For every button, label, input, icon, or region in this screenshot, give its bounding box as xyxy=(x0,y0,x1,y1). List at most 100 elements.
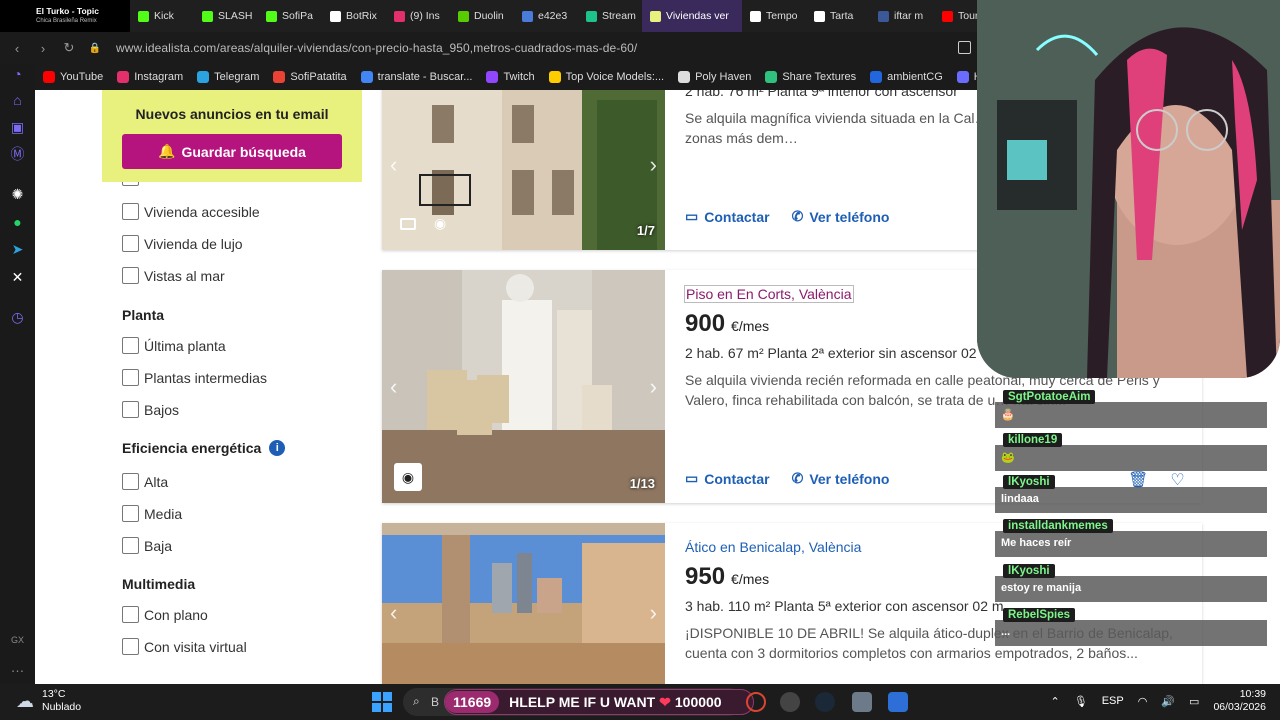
filter-alta[interactable]: Alta xyxy=(122,473,168,490)
checkbox[interactable] xyxy=(122,337,139,354)
prev-photo-icon[interactable]: ‹ xyxy=(390,152,397,178)
browser-tab[interactable]: (9) Ins xyxy=(386,0,450,32)
browser-tab[interactable]: BotRix xyxy=(322,0,386,32)
telegram-icon[interactable]: ➤ xyxy=(9,241,26,258)
next-photo-icon[interactable]: › xyxy=(650,374,657,400)
filter-baja[interactable]: Baja xyxy=(122,537,172,554)
next-photo-icon[interactable]: › xyxy=(650,152,657,178)
speed-dial-icon[interactable]: ◔ xyxy=(9,66,26,83)
bookmark-item[interactable]: translate - Buscar... xyxy=(360,71,472,83)
info-icon[interactable]: i xyxy=(269,440,286,456)
next-photo-icon[interactable]: › xyxy=(650,600,657,626)
chatgpt-icon[interactable]: ✺ xyxy=(9,186,26,203)
sidebar-toggle-icon[interactable] xyxy=(958,41,971,54)
filter-vistas-mar[interactable]: Vistas al mar xyxy=(122,267,225,284)
browser-tab[interactable]: Stream xyxy=(578,0,642,32)
filter-plantas-intermedias[interactable]: Plantas intermedias xyxy=(122,369,267,386)
checkbox[interactable] xyxy=(122,267,139,284)
browser-tab[interactable]: Tempo xyxy=(742,0,806,32)
bookmark-item[interactable]: Share Textures xyxy=(765,71,856,83)
checkbox[interactable] xyxy=(122,203,139,220)
history-icon[interactable]: ◷ xyxy=(9,309,26,326)
language-indicator[interactable]: ESP xyxy=(1102,695,1124,707)
app-icon[interactable] xyxy=(888,692,908,712)
settings-app-icon[interactable] xyxy=(852,692,872,712)
checkbox[interactable] xyxy=(122,473,139,490)
tab-label: (9) Ins xyxy=(410,10,440,22)
now-playing-widget[interactable]: El Turko - Topic Chica Brasileña Remix xyxy=(0,0,130,32)
listing-photo[interactable]: ‹ › ◉ 1/13 xyxy=(382,270,665,503)
browser-tab[interactable]: Kick xyxy=(130,0,194,32)
phone-button[interactable]: ✆ Ver teléfono xyxy=(792,208,890,225)
checkbox[interactable] xyxy=(122,638,139,655)
clock[interactable]: 10:39 06/03/2026 xyxy=(1213,688,1266,714)
filter-vivienda-accesible[interactable]: Vivienda accesible xyxy=(122,203,260,220)
filter-visita-virtual[interactable]: Con visita virtual xyxy=(122,638,247,655)
filter-con-plano[interactable]: Con plano xyxy=(122,606,208,623)
browser-tab[interactable]: Viviendas ver xyxy=(642,0,742,32)
filter-ultima-planta[interactable]: Última planta xyxy=(122,337,226,354)
filter-vivienda-lujo[interactable]: Vivienda de lujo xyxy=(122,235,243,252)
steam-app-icon[interactable] xyxy=(815,692,835,712)
map-pin-button[interactable]: ◉ xyxy=(394,463,422,491)
browser-tab[interactable]: Tarta xyxy=(806,0,870,32)
bookmark-item[interactable]: Top Voice Models:... xyxy=(548,71,664,83)
windows-start-icon[interactable] xyxy=(372,692,392,712)
back-icon[interactable]: ‹ xyxy=(8,41,26,56)
phone-button[interactable]: ✆ Ver teléfono xyxy=(792,470,890,487)
x-icon[interactable]: ✕ xyxy=(9,269,26,286)
listing-title[interactable]: Piso en En Corts, València xyxy=(684,285,854,303)
listing-photo[interactable]: ‹ › ◉ 1/7 xyxy=(382,90,665,250)
bookmark-item[interactable]: Twitch xyxy=(486,71,535,83)
browser-tab[interactable]: SLASH xyxy=(194,0,258,32)
prev-photo-icon[interactable]: ‹ xyxy=(390,374,397,400)
bookmark-item[interactable]: Telegram xyxy=(197,71,259,83)
filter-bajos[interactable]: Bajos xyxy=(122,401,179,418)
map-pin-icon[interactable]: ◉ xyxy=(434,215,446,232)
checkbox[interactable] xyxy=(122,369,139,386)
subscriber-goal-overlay: 11669 HLELP ME IF U WANT ❤ 100000 xyxy=(444,689,754,715)
contact-button[interactable]: ▭ Contactar xyxy=(685,470,770,487)
listing-title[interactable]: Ático en Benicalap, València xyxy=(685,539,861,555)
wifi-icon[interactable]: ◠ xyxy=(1138,695,1148,708)
browser-tab[interactable]: SofiPa xyxy=(258,0,322,32)
checkbox[interactable] xyxy=(122,537,139,554)
volume-icon[interactable]: 🔊 xyxy=(1161,695,1175,708)
battery-icon[interactable]: ▭ xyxy=(1189,695,1199,708)
video-icon[interactable] xyxy=(400,218,416,230)
opera-gx-app-icon[interactable] xyxy=(746,692,766,712)
save-search-button[interactable]: 🔔 Guardar búsqueda xyxy=(122,134,342,169)
checkbox[interactable] xyxy=(122,401,139,418)
bookmark-item[interactable]: Poly Haven xyxy=(678,71,751,83)
weather-widget[interactable]: ☁ 13°C Nublado xyxy=(16,688,81,714)
checkbox[interactable] xyxy=(122,505,139,522)
more-icon[interactable]: … xyxy=(9,659,26,676)
bookmark-item[interactable]: YouTube xyxy=(43,71,103,83)
url-field[interactable]: www.idealista.com/areas/alquiler-viviend… xyxy=(116,41,637,55)
forward-icon[interactable]: › xyxy=(34,41,52,56)
chevron-up-icon[interactable]: ⌃ xyxy=(1051,695,1060,708)
prev-photo-icon[interactable]: ‹ xyxy=(390,600,397,626)
listing-photo[interactable]: ‹ › xyxy=(382,523,665,684)
reload-icon[interactable]: ↻ xyxy=(60,40,78,56)
browser-tab[interactable]: Duolin xyxy=(450,0,514,32)
tab-label: Tarta xyxy=(830,10,854,22)
checkbox[interactable] xyxy=(122,235,139,252)
gx-icon[interactable]: GX xyxy=(9,632,26,649)
bookmark-label: Twitch xyxy=(503,71,535,83)
browser-tab[interactable]: iftar m xyxy=(870,0,934,32)
lock-icon[interactable]: 🔒 xyxy=(86,43,104,54)
obs-app-icon[interactable] xyxy=(780,692,800,712)
browser-tab[interactable]: e42e3 xyxy=(514,0,578,32)
checkbox[interactable] xyxy=(122,606,139,623)
bookmark-item[interactable]: Instagram xyxy=(117,71,183,83)
filter-media[interactable]: Media xyxy=(122,505,182,522)
bookmark-item[interactable]: ambientCG xyxy=(870,71,943,83)
messenger-icon[interactable]: Ⓜ xyxy=(9,146,26,163)
whatsapp-icon[interactable]: ● xyxy=(9,214,26,231)
flow-icon[interactable]: ⌂ xyxy=(9,92,26,109)
microphone-icon[interactable]: 🎙 xyxy=(1074,695,1088,708)
bookmark-item[interactable]: SofiPatatita xyxy=(273,71,347,83)
twitch-icon[interactable]: ▣ xyxy=(9,119,26,136)
contact-button[interactable]: ▭ Contactar xyxy=(685,208,770,225)
